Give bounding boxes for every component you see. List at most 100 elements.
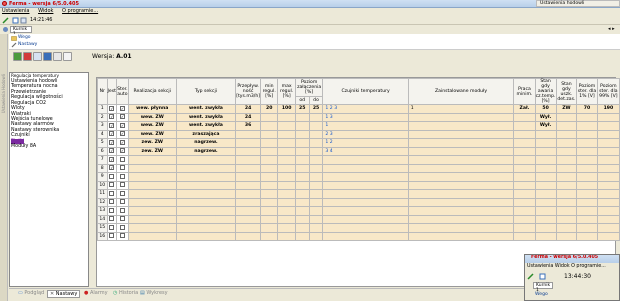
cell-jest[interactable]: ✓ <box>106 163 117 173</box>
cell-do[interactable] <box>308 223 324 233</box>
cell-do[interactable] <box>308 129 324 139</box>
cell-v99[interactable] <box>596 197 620 207</box>
cell-typ[interactable] <box>175 189 237 199</box>
cell-jest[interactable] <box>106 214 117 224</box>
cell-do[interactable] <box>308 231 324 241</box>
cell-v99[interactable] <box>596 155 620 165</box>
cell-uszk[interactable] <box>555 163 578 173</box>
cell-moduly[interactable] <box>407 172 515 182</box>
cell-min[interactable] <box>260 172 279 182</box>
checkbox-ster[interactable] <box>119 207 125 213</box>
menu-ustawienia[interactable]: Ustawienia <box>2 8 29 14</box>
cell-przeplyw[interactable] <box>235 172 262 182</box>
cell-od[interactable] <box>294 129 310 139</box>
cell-realizacja[interactable] <box>127 197 177 207</box>
cell-realizacja[interactable] <box>127 189 177 199</box>
cell-uszk[interactable] <box>555 155 578 165</box>
cell-v99[interactable] <box>596 189 620 199</box>
cell-v1[interactable] <box>576 112 598 122</box>
cell-typ[interactable] <box>175 163 237 173</box>
cell-ster[interactable] <box>115 180 129 190</box>
cell-awaria[interactable] <box>534 206 557 216</box>
cell-typ[interactable] <box>175 206 237 216</box>
cell-od[interactable]: 25 <box>294 104 310 114</box>
secondary-tab-kurnik-1[interactable]: Kurnik 1 <box>533 282 553 293</box>
cell-przeplyw[interactable]: 24 <box>235 104 262 114</box>
cell-przeplyw[interactable] <box>235 206 262 216</box>
cell-od[interactable] <box>294 223 310 233</box>
cell-realizacja[interactable] <box>127 231 177 241</box>
checkbox-ster[interactable] <box>119 199 125 205</box>
cell-przeplyw[interactable] <box>235 129 262 139</box>
cell-max[interactable] <box>277 214 296 224</box>
checkbox-ster[interactable] <box>119 156 125 162</box>
cell-praca[interactable]: Zał. <box>513 104 536 114</box>
cell-awaria[interactable]: 50 <box>534 104 557 114</box>
cell-min[interactable] <box>260 112 279 122</box>
cell-ster[interactable] <box>115 197 129 207</box>
cell-czujniki[interactable] <box>322 223 409 233</box>
cell-min[interactable] <box>260 129 279 139</box>
cell-praca[interactable] <box>513 129 536 139</box>
checkbox-ster[interactable]: ✓ <box>119 148 125 154</box>
cell-awaria[interactable] <box>534 180 557 190</box>
cell-jest[interactable] <box>106 206 117 216</box>
cell-v1[interactable] <box>576 189 598 199</box>
cell-ster[interactable] <box>115 223 129 233</box>
cell-awaria[interactable] <box>534 214 557 224</box>
tab-kurnik-1[interactable]: Kurnik 1 <box>10 26 32 37</box>
cell-praca[interactable] <box>513 172 536 182</box>
cell-jest[interactable] <box>106 172 117 182</box>
cell-ster[interactable] <box>115 189 129 199</box>
cell-v1[interactable] <box>576 163 598 173</box>
cell-max[interactable] <box>277 155 296 165</box>
cell-ster[interactable]: ✓ <box>115 104 129 114</box>
cell-v1[interactable] <box>576 223 598 233</box>
tab-alarmy[interactable]: ● Alarmy <box>84 290 108 296</box>
cell-v1[interactable] <box>576 121 598 131</box>
cell-jest[interactable]: ✓ <box>106 138 117 148</box>
settings-tree-item[interactable]: Temperatura nocna <box>11 84 58 89</box>
cell-moduly[interactable] <box>407 206 515 216</box>
cell-uszk[interactable] <box>555 231 578 241</box>
cell-od[interactable] <box>294 172 310 182</box>
cell-do[interactable] <box>308 163 324 173</box>
cell-realizacja[interactable]: wew. płynna <box>127 104 177 114</box>
cell-ster[interactable]: ✓ <box>115 112 129 122</box>
settings-tree-item[interactable]: Regulacja temperatury <box>11 73 59 78</box>
list-icon[interactable] <box>20 17 27 24</box>
checkbox-jest[interactable] <box>109 199 115 205</box>
cell-czujniki[interactable] <box>322 231 409 241</box>
cell-v99[interactable] <box>596 121 620 131</box>
checkbox-ster[interactable] <box>119 182 125 188</box>
cell-praca[interactable] <box>513 180 536 190</box>
cell-min[interactable] <box>260 138 279 148</box>
breadcrumb-nastawy[interactable]: Nastawy <box>18 42 37 47</box>
cell-praca[interactable] <box>513 163 536 173</box>
cell-realizacja[interactable] <box>127 206 177 216</box>
cell-ster[interactable] <box>115 172 129 182</box>
cell-realizacja[interactable] <box>127 155 177 165</box>
cell-awaria[interactable] <box>534 197 557 207</box>
menu-o-programie[interactable]: O programie... <box>62 8 98 14</box>
cell-v1[interactable] <box>576 180 598 190</box>
cell-typ[interactable] <box>175 214 237 224</box>
cell-max[interactable] <box>277 223 296 233</box>
cell-praca[interactable] <box>513 112 536 122</box>
checkbox-jest[interactable] <box>109 190 115 196</box>
cell-od[interactable] <box>294 121 310 131</box>
cell-min[interactable] <box>260 163 279 173</box>
cell-przeplyw[interactable] <box>235 155 262 165</box>
cell-do[interactable]: 25 <box>308 104 324 114</box>
cell-v1[interactable] <box>576 214 598 224</box>
cell-praca[interactable] <box>513 155 536 165</box>
cell-moduly[interactable] <box>407 155 515 165</box>
cell-typ[interactable]: nagrzew. <box>175 138 237 148</box>
cell-max[interactable] <box>277 231 296 241</box>
cell-ster[interactable]: ✓ <box>115 146 129 156</box>
checkbox-jest[interactable]: ✓ <box>109 156 115 162</box>
cell-od[interactable] <box>294 197 310 207</box>
cell-moduly[interactable] <box>407 121 515 131</box>
cell-v1[interactable]: 70 <box>576 104 598 114</box>
cell-przeplyw[interactable] <box>235 223 262 233</box>
